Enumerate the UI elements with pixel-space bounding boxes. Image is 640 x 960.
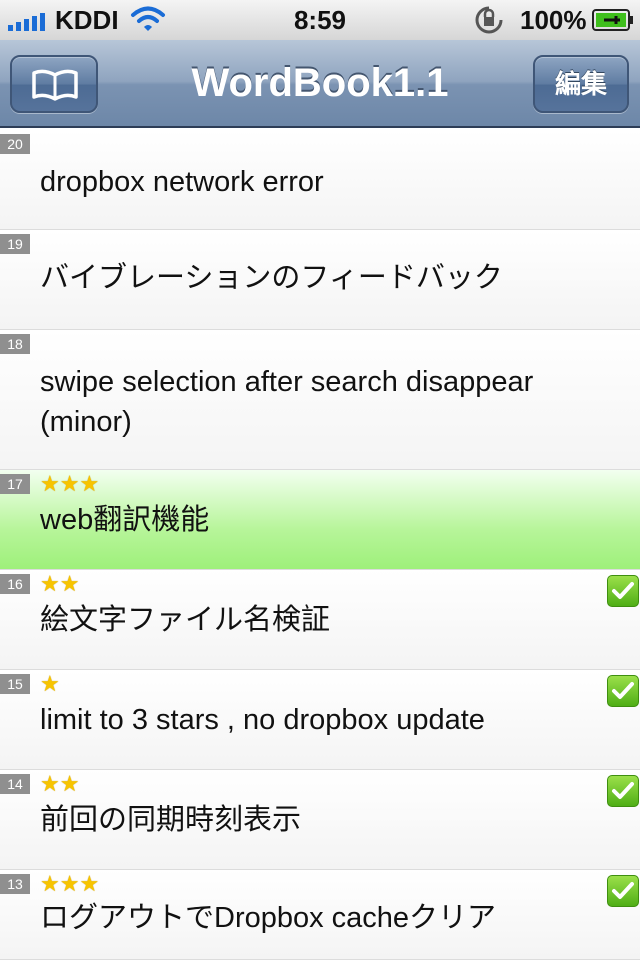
list-item[interactable]: 20 dropbox network error [0, 130, 640, 230]
navigation-bar: WordBook1.1 編集 [0, 40, 640, 128]
item-text: dropbox network error [40, 166, 324, 198]
star-icon: ★ [40, 671, 60, 696]
item-text: ログアウトでDropbox cacheクリア [40, 902, 497, 934]
list-item[interactable]: 19 バイブレーションのフィードバック [0, 230, 640, 330]
edit-button[interactable]: 編集 [533, 55, 629, 113]
item-text: バイブレーションのフィードバック [40, 262, 503, 294]
item-number: 19 [0, 234, 30, 254]
star-rating: ★ ★ [40, 571, 80, 596]
word-list: 20 dropbox network error 19 バイブレーションのフィー… [0, 130, 640, 960]
checkmark-icon[interactable] [607, 775, 639, 807]
bookmarks-button[interactable] [10, 55, 98, 113]
star-icon: ★ [40, 571, 60, 596]
item-number: 13 [0, 874, 30, 894]
checkmark-icon[interactable] [607, 875, 639, 907]
list-item[interactable]: 14 ★ ★ 前回の同期時刻表示 [0, 770, 640, 870]
status-bar: KDDI 8:59 100% [0, 0, 640, 40]
star-rating: ★ ★ ★ [40, 871, 100, 896]
item-text: limit to 3 stars , no dropbox update [40, 704, 485, 736]
star-icon: ★ [59, 471, 80, 496]
list-item-selected[interactable]: 17 ★ ★ ★ web翻訳機能 [0, 470, 640, 570]
battery-percent: 100% [520, 5, 587, 35]
star-icon: ★ [59, 771, 80, 796]
checkmark-icon[interactable] [607, 675, 639, 707]
list-item[interactable]: 16 ★ ★ 絵文字ファイル名検証 [0, 570, 640, 670]
item-text: 絵文字ファイル名検証 [40, 604, 331, 636]
star-icon: ★ [59, 871, 80, 896]
list-item[interactable]: 13 ★ ★ ★ ログアウトでDropbox cacheクリア [0, 870, 640, 960]
list-item[interactable]: 18 swipe selection after search disappea… [0, 330, 640, 470]
star-icon: ★ [40, 871, 60, 896]
item-number: 18 [0, 334, 30, 354]
star-icon: ★ [40, 471, 60, 496]
star-icon: ★ [40, 771, 60, 796]
checkmark-icon[interactable] [607, 575, 639, 607]
star-icon: ★ [79, 871, 100, 896]
star-rating: ★ [40, 671, 60, 696]
star-rating: ★ ★ ★ [40, 471, 100, 496]
star-rating: ★ ★ [40, 771, 80, 796]
item-number: 14 [0, 774, 30, 794]
item-number: 15 [0, 674, 30, 694]
item-text: web翻訳機能 [40, 504, 210, 536]
item-number: 16 [0, 574, 30, 594]
star-icon: ★ [79, 471, 100, 496]
battery-charging-icon [592, 9, 633, 31]
item-number: 17 [0, 474, 30, 494]
list-item[interactable]: 15 ★ limit to 3 stars , no dropbox updat… [0, 670, 640, 770]
rotation-lock-icon [475, 6, 503, 34]
item-text: swipe selection after search disappear (… [40, 366, 534, 438]
book-icon [32, 69, 78, 101]
item-text: 前回の同期時刻表示 [40, 804, 302, 836]
star-icon: ★ [59, 571, 80, 596]
item-number: 20 [0, 134, 30, 154]
